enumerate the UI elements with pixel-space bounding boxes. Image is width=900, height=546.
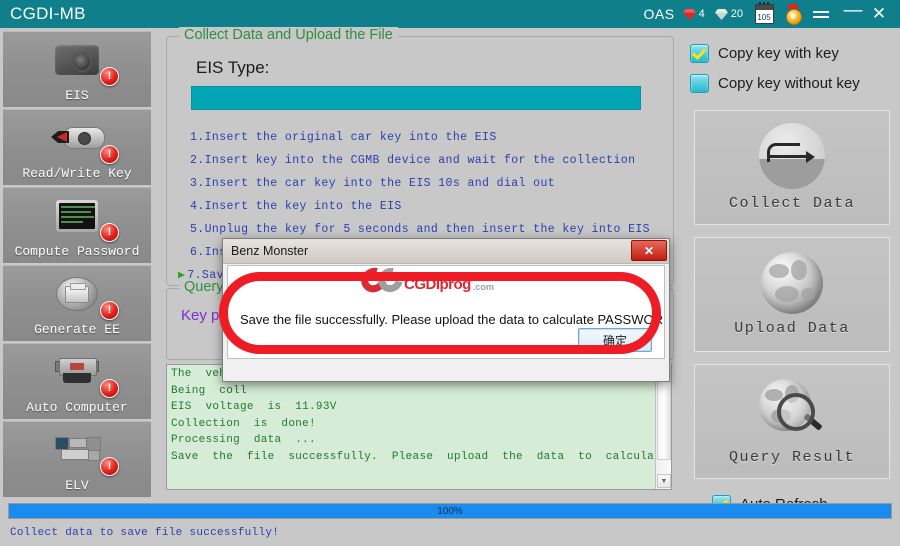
copy-key-without-key-row[interactable]: Copy key without key: [690, 68, 895, 98]
ruby-count: 4: [699, 8, 705, 20]
sidebar-icon-wrap: !: [3, 110, 151, 166]
calendar-button[interactable]: 105: [753, 3, 775, 25]
instruction-step: 3.Insert the car key into the EIS 10s an…: [190, 172, 660, 195]
sidebar-item-read-write-key[interactable]: ! Read/Write Key: [3, 109, 151, 185]
log-output-panel: The vehicl Being coll EIS voltage is 11.…: [166, 364, 672, 490]
collect-data-group-title: Collect Data and Upload the File: [179, 27, 398, 43]
query-result-button-label: Query Result: [729, 449, 855, 466]
log-line: Processing data ...: [167, 433, 671, 450]
error-badge: !: [100, 379, 119, 398]
car-key-icon: [51, 127, 103, 149]
error-badge: !: [100, 457, 119, 476]
dialog-ok-button[interactable]: 确定: [578, 328, 652, 352]
upload-data-button-label: Upload Data: [734, 320, 850, 337]
title-bar: CGDI-MB OAS 4 20: [0, 0, 900, 28]
sidebar-icon-wrap: !: [3, 344, 151, 400]
sidebar-item-label: Generate EE: [34, 322, 120, 337]
elv-board-icon: [55, 437, 99, 463]
right-panel: Copy key with key Copy key without key C…: [690, 38, 895, 519]
left-sidebar: ! EIS ! Read/Write Key !: [3, 31, 151, 499]
app-title: CGDI-MB: [10, 4, 86, 24]
copy-key-without-key-label: Copy key without key: [718, 75, 860, 92]
sidebar-item-label: Auto Computer: [26, 400, 127, 415]
ruby-gem-icon: [683, 9, 696, 20]
eis-type-label: EIS Type:: [196, 58, 269, 78]
progress-bar-fill: 100%: [9, 504, 891, 518]
sidebar-item-compute-password[interactable]: ! Compute Password: [3, 187, 151, 263]
title-bar-right-group: OAS 4 20 105: [644, 0, 900, 28]
benz-monster-dialog: Benz Monster ✕ CGDIprog .com Save the fi…: [222, 238, 670, 382]
dialog-message: Save the file successfully. Please uploa…: [240, 312, 665, 327]
sidebar-item-label: ELV: [65, 478, 88, 493]
sidebar-item-label: Read/Write Key: [22, 166, 131, 181]
generate-ee-icon: [56, 277, 98, 311]
upload-data-button[interactable]: Upload Data: [694, 237, 890, 352]
instruction-step: 1.Insert the original car key into the E…: [190, 126, 660, 149]
password-screen-icon: [56, 200, 98, 232]
minimize-button[interactable]: —: [840, 0, 866, 31]
query-result-button[interactable]: Query Result: [694, 364, 890, 479]
sidebar-item-generate-ee[interactable]: ! Generate EE: [3, 265, 151, 341]
cgdiprog-watermark: CGDIprog .com: [361, 268, 494, 292]
eis-module-icon: [55, 45, 99, 75]
collect-data-button[interactable]: Collect Data: [694, 110, 890, 225]
dialog-body: CGDIprog .com Save the file successfully…: [227, 265, 665, 359]
ruby-stat: 4: [683, 8, 705, 20]
medal-button[interactable]: [782, 3, 804, 25]
log-line: EIS voltage is 11.93V: [167, 400, 671, 417]
sidebar-item-auto-computer[interactable]: ! Auto Computer: [3, 343, 151, 419]
dialog-title: Benz Monster: [231, 244, 308, 258]
log-line: Collection is done!: [167, 417, 671, 434]
error-badge: !: [100, 145, 119, 164]
medal-icon: [784, 4, 802, 24]
oas-label: OAS: [644, 6, 675, 22]
menu-button[interactable]: [811, 3, 833, 25]
sidebar-icon-wrap: !: [3, 32, 151, 88]
progress-percent-label: 100%: [437, 506, 463, 517]
eis-type-input[interactable]: [191, 86, 641, 110]
error-badge: !: [100, 67, 119, 86]
sidebar-icon-wrap: !: [3, 422, 151, 478]
instruction-step: 2.Insert key into the CGMB device and wa…: [190, 149, 660, 172]
dialog-title-bar: Benz Monster ✕: [223, 239, 669, 264]
copy-key-with-key-label: Copy key with key: [718, 45, 839, 62]
sidebar-item-label: Compute Password: [15, 244, 140, 259]
sidebar-item-elv[interactable]: ! ELV: [3, 421, 151, 497]
collect-data-button-label: Collect Data: [729, 195, 855, 212]
collect-data-icon: [759, 123, 825, 189]
log-line: Being coll: [167, 384, 671, 401]
log-line: Save the file successfully. Please uploa…: [167, 450, 671, 467]
error-badge: !: [100, 301, 119, 320]
hamburger-menu-icon: [813, 8, 831, 21]
cg-logo-icon: [361, 268, 403, 292]
watermark-suffix: .com: [473, 282, 494, 292]
calendar-icon: 105: [755, 4, 774, 24]
sidebar-icon-wrap: !: [3, 188, 151, 244]
scroll-down-arrow-icon[interactable]: ▼: [657, 474, 671, 488]
cgdi-mb-application-window: CGDI-MB OAS 4 20: [0, 0, 900, 546]
diamond-count: 20: [731, 8, 743, 20]
diamond-stat: 20: [715, 8, 743, 20]
query-result-magnifier-icon: [753, 377, 831, 443]
copy-key-without-key-checkbox[interactable]: [690, 74, 709, 93]
upload-data-globe-icon: [761, 252, 823, 314]
ecu-icon: [55, 358, 99, 386]
sidebar-item-eis[interactable]: ! EIS: [3, 31, 151, 107]
calendar-count: 105: [756, 12, 773, 23]
sidebar-icon-wrap: !: [3, 266, 151, 322]
instruction-step: 4.Insert the key into the EIS: [190, 195, 660, 218]
log-scrollbar[interactable]: ▼: [655, 365, 671, 489]
progress-bar: 100%: [8, 503, 892, 519]
watermark-text: CGDIprog: [404, 277, 471, 292]
sidebar-item-label: EIS: [65, 88, 88, 103]
copy-key-with-key-row[interactable]: Copy key with key: [690, 38, 895, 68]
dialog-close-button[interactable]: ✕: [631, 240, 667, 261]
copy-key-with-key-checkbox[interactable]: [690, 44, 709, 63]
diamond-gem-icon: [715, 9, 728, 20]
status-bar-message: Collect data to save file successfully!: [10, 527, 279, 539]
key-password-text: Key p: [181, 307, 219, 324]
error-badge: !: [100, 223, 119, 242]
close-button[interactable]: ✕: [866, 1, 892, 27]
